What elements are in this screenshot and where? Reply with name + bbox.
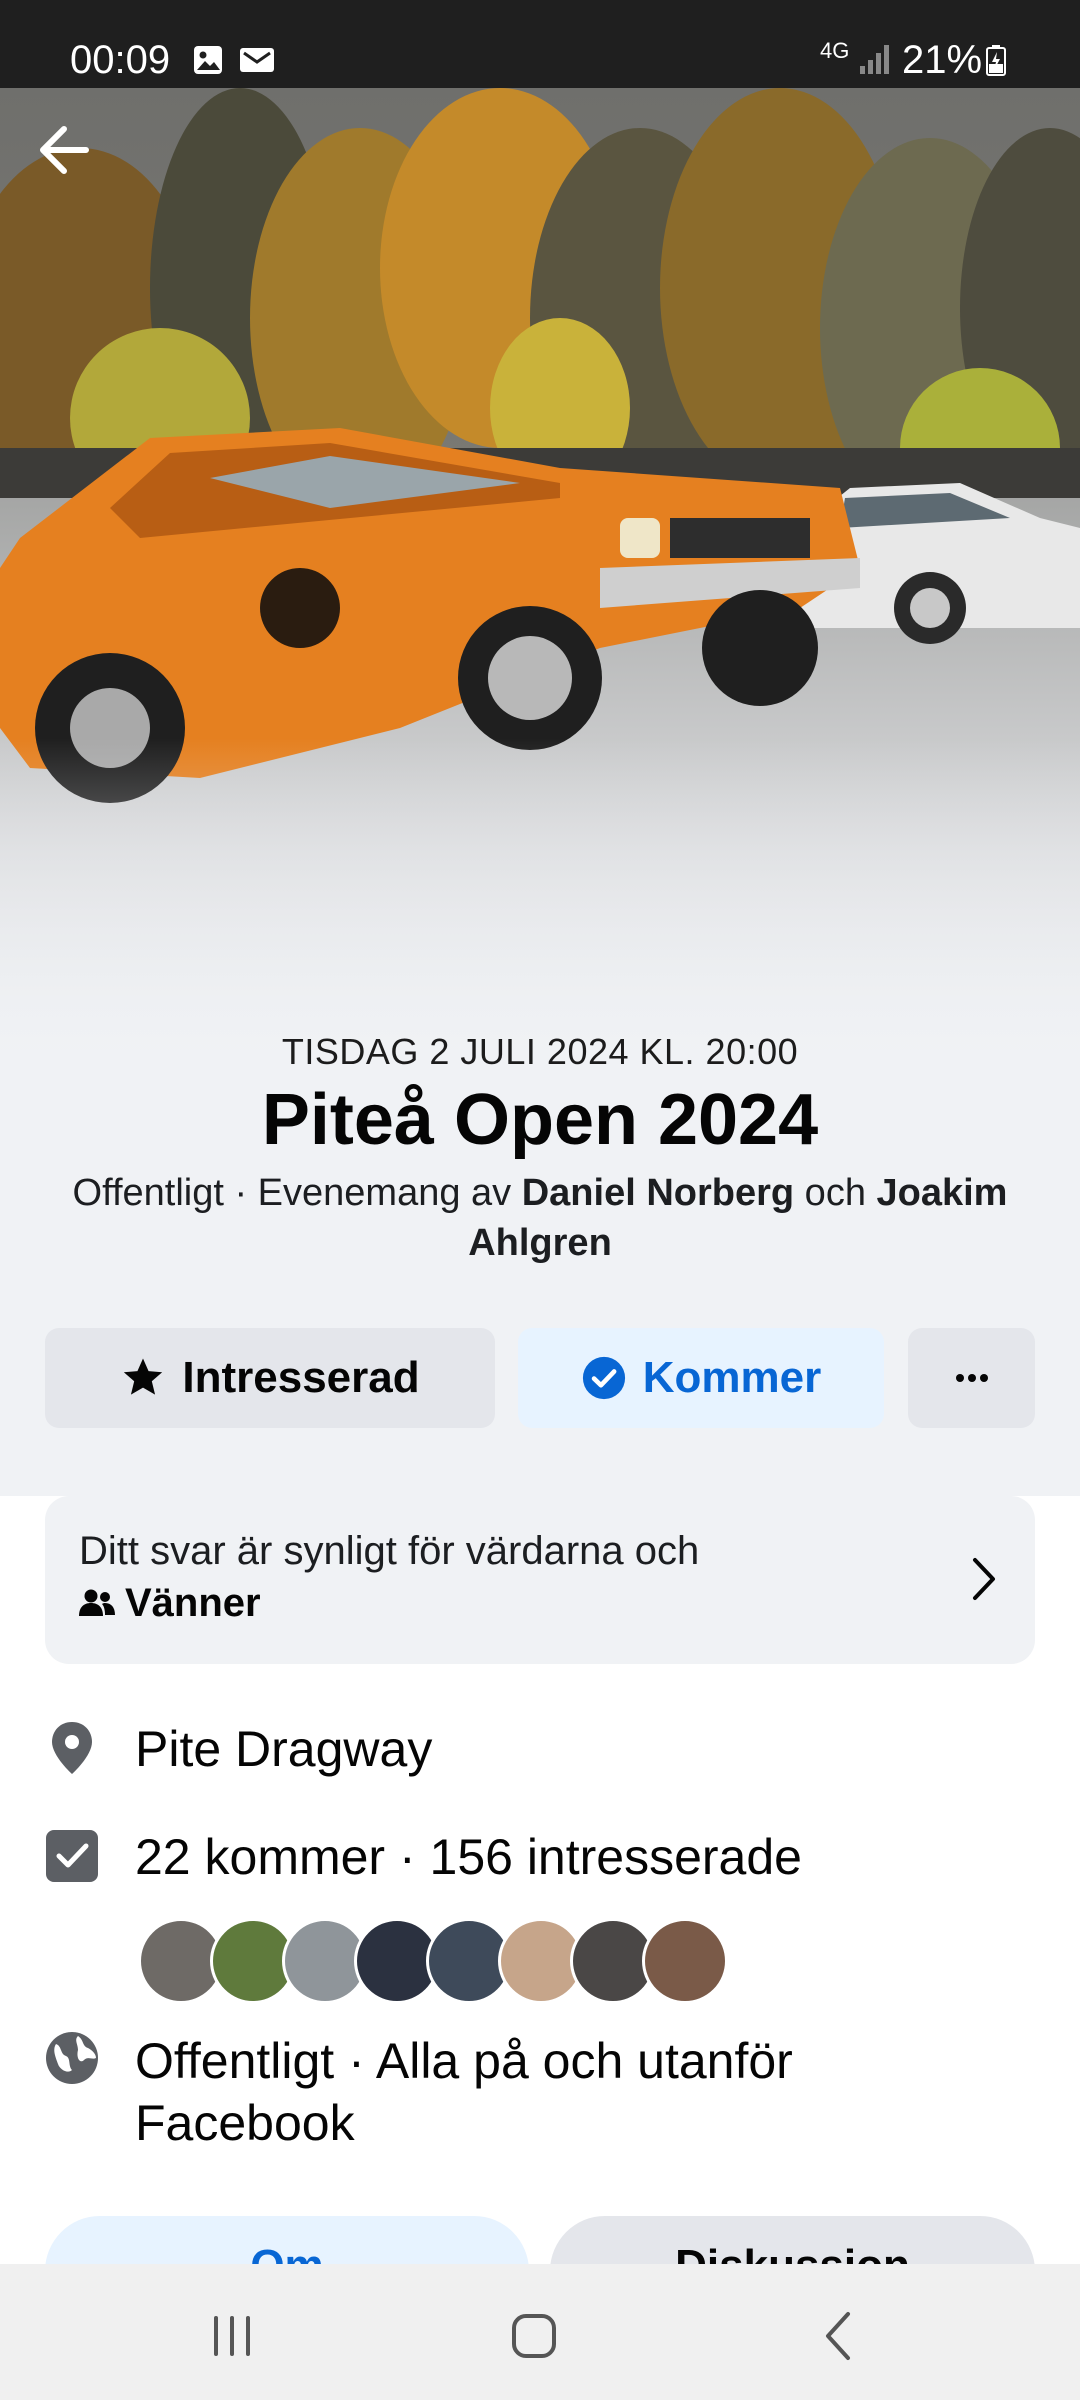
signal-icon [860, 45, 889, 74]
more-button[interactable] [908, 1328, 1035, 1428]
home-icon[interactable] [504, 2306, 564, 2366]
more-icon [955, 1374, 988, 1382]
host-conjunction: och [794, 1172, 877, 1214]
gallery-notification-icon [194, 46, 222, 74]
event-header: TISDAG 2 JULI 2024 KL. 20:00 Piteå Open … [0, 1030, 1080, 1268]
event-hosts: Offentligt · Evenemang av Daniel Norberg… [0, 1168, 1080, 1268]
checkbox-icon [46, 1830, 98, 1882]
message-notification-icon [240, 48, 274, 72]
interested-label: Intresserad [182, 1353, 420, 1402]
system-navigation-bar [0, 2264, 1080, 2400]
location-pin-icon [52, 1722, 92, 1774]
back-arrow-icon[interactable] [30, 112, 106, 188]
nav-back-icon[interactable] [810, 2306, 870, 2366]
chevron-right-icon [973, 1558, 995, 1600]
visibility-audience-label: Vänner [125, 1581, 261, 1625]
going-label: Kommer [642, 1353, 822, 1402]
event-title: Piteå Open 2024 [261, 1080, 819, 1160]
star-icon [124, 1358, 163, 1395]
event-date: TISDAG 2 JULI 2024 KL. 20:00 [281, 1031, 799, 1072]
interested-button[interactable]: Intresserad [45, 1328, 495, 1428]
privacy-text-line2: Facebook [135, 2095, 355, 2151]
network-type: 4G [820, 38, 850, 63]
status-time: 00:09 [70, 38, 171, 82]
response-visibility-card[interactable]: Ditt svar är synligt för värdarna och Vä… [45, 1496, 1035, 1664]
status-bar: 00:09 4G 21% [0, 0, 1080, 88]
avatar [642, 1918, 728, 2004]
battery-percentage: 21% [902, 38, 983, 82]
visibility-audience: Vänner [79, 1578, 261, 1628]
host-link-1[interactable]: Daniel Norberg [522, 1172, 794, 1214]
event-cover-photo [0, 88, 1080, 1080]
friends-icon [79, 1589, 115, 1616]
battery-icon [986, 45, 1006, 76]
globe-icon [46, 2032, 98, 2084]
location-text: Pite Dragway [135, 1721, 433, 1777]
attendance-text: 22 kommer · 156 intresserade [135, 1829, 802, 1885]
check-circle-icon [582, 1356, 625, 1400]
privacy-text-line1: Offentligt · Alla på och utanför [135, 2033, 793, 2089]
privacy-prefix: Offentligt · Evenemang av [72, 1172, 522, 1214]
going-button[interactable]: Kommer [518, 1328, 884, 1428]
recent-apps-icon[interactable] [202, 2306, 262, 2366]
visibility-text: Ditt svar är synligt för värdarna och [79, 1529, 700, 1573]
